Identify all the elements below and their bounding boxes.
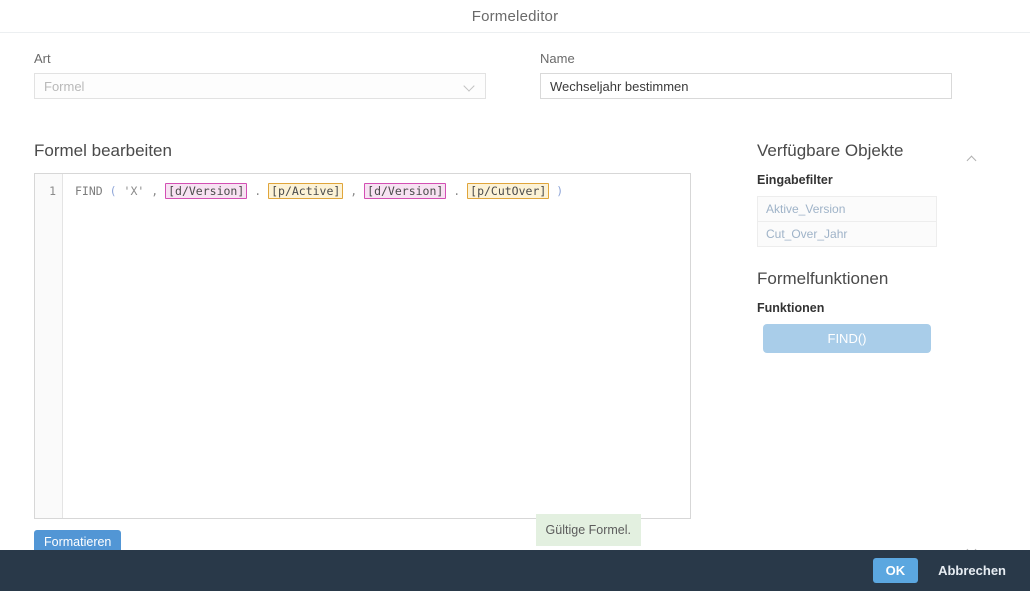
object-list: Aktive_Version Cut_Over_Jahr (757, 196, 937, 247)
formula-token-plain: . (453, 184, 461, 198)
chevron-up-icon[interactable] (965, 153, 979, 167)
field-name: Name Wechseljahr bestimmen (540, 51, 952, 99)
formula-token-fn: FIND (75, 184, 103, 198)
list-item[interactable]: Cut_Over_Jahr (757, 222, 937, 247)
ok-button[interactable]: OK (872, 558, 919, 583)
cancel-button[interactable]: Abbrechen (936, 558, 1008, 583)
formula-token-plain: , (151, 184, 159, 198)
name-input[interactable]: Wechseljahr bestimmen (550, 79, 942, 94)
name-input-wrapper[interactable]: Wechseljahr bestimmen (540, 73, 952, 99)
dialog-footer: OK Abbrechen (0, 550, 1030, 591)
dialog-title: Formeleditor (471, 7, 559, 25)
dialog-title-bar: Formeleditor (0, 0, 1030, 33)
validation-message: Gültige Formel. (535, 514, 641, 546)
formula-token-plain: , (350, 184, 358, 198)
formula-code-area[interactable]: FIND ( 'X' , [d/Version] . [p/Active] , … (63, 174, 690, 518)
dialog-body: Art Formel Name Wechseljahr bestimmen Fo… (0, 33, 1030, 555)
line-number: 1 (49, 184, 56, 198)
editor-gutter: 1 (35, 174, 63, 518)
formula-token-dimension: [d/Version] (165, 183, 248, 199)
available-objects-panel: Verfügbare Objekte Eingabefilter Aktive_… (757, 141, 937, 353)
function-button-wrap: FIND() (757, 324, 937, 353)
art-select[interactable]: Formel (34, 73, 486, 99)
list-item[interactable]: Aktive_Version (757, 196, 937, 222)
formula-line: FIND ( 'X' , [d/Version] . [p/Active] , … (75, 183, 563, 199)
formula-token-property: [p/CutOver] (467, 183, 550, 199)
formula-token-paren: ) (556, 184, 564, 198)
field-art: Art Formel (34, 51, 486, 99)
input-filter-subheading: Eingabefilter (757, 173, 833, 187)
art-value: Formel (44, 78, 85, 94)
editor-heading: Formel bearbeiten (34, 141, 172, 160)
editor-column: Formel bearbeiten 1 FIND ( 'X' , [d/Vers… (34, 141, 691, 556)
formula-token-dimension: [d/Version] (364, 183, 447, 199)
formula-token-str: 'X' (123, 184, 145, 198)
formula-token-property: [p/Active] (268, 183, 344, 199)
form-row: Art Formel Name Wechseljahr bestimmen (0, 33, 1030, 99)
art-label: Art (34, 51, 51, 66)
available-objects-heading: Verfügbare Objekte (757, 141, 904, 160)
formula-editor[interactable]: 1 FIND ( 'X' , [d/Version] . [p/Active] … (34, 173, 691, 519)
chevron-down-icon (464, 80, 476, 92)
find-function-button[interactable]: FIND() (763, 324, 931, 353)
formula-token-paren: ( (109, 184, 117, 198)
formula-token-plain: . (254, 184, 262, 198)
formula-functions-heading: Formelfunktionen (757, 269, 889, 288)
name-label: Name (540, 51, 575, 66)
functions-subheading: Funktionen (757, 301, 825, 315)
